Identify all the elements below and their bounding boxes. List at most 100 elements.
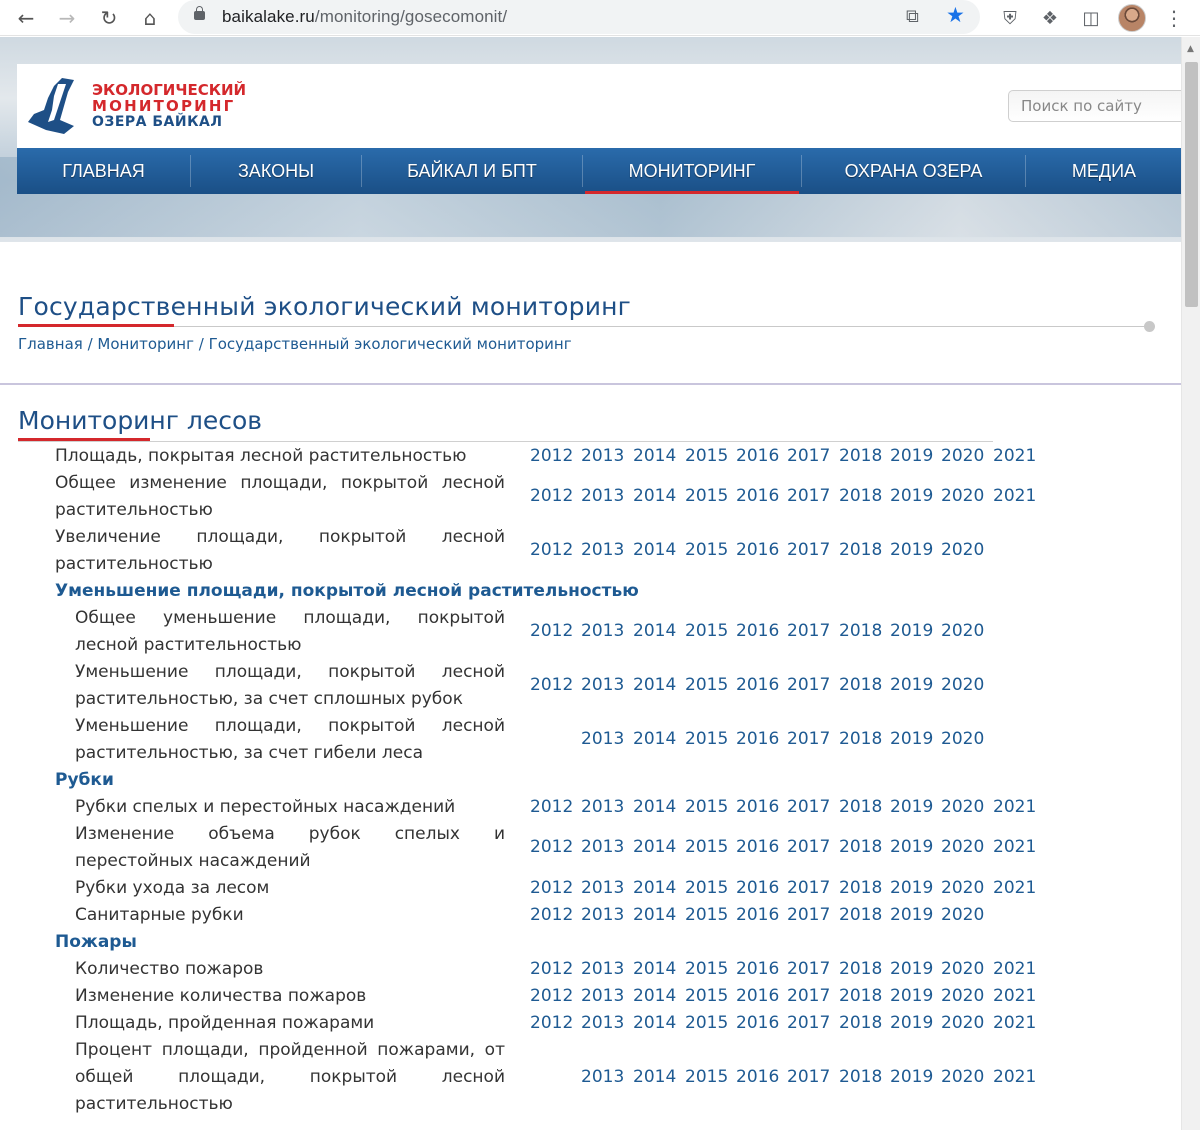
year-link-2012[interactable]: 2012 [530,905,573,925]
year-link-2017[interactable]: 2017 [787,446,830,466]
year-link-2021[interactable]: 2021 [993,446,1036,466]
year-link-2018[interactable]: 2018 [839,729,882,749]
year-link-2019[interactable]: 2019 [890,446,933,466]
year-link-2015[interactable]: 2015 [685,905,728,925]
year-link-2017[interactable]: 2017 [787,905,830,925]
nav-item-laws[interactable]: ЗАКОНЫ [191,148,361,194]
year-link-2021[interactable]: 2021 [993,959,1036,979]
year-link-2018[interactable]: 2018 [839,1013,882,1033]
year-link-2015[interactable]: 2015 [685,729,728,749]
back-icon[interactable]: ← [12,4,40,32]
year-link-2013[interactable]: 2013 [581,837,624,857]
year-link-2015[interactable]: 2015 [685,837,728,857]
year-link-2013[interactable]: 2013 [581,878,624,898]
year-link-2013[interactable]: 2013 [581,446,624,466]
site-logo-text[interactable]: ЭКОЛОГИЧЕСКИЙ МОНИТОРИНГ ОЗЕРА БАЙКАЛ [92,82,246,130]
year-link-2016[interactable]: 2016 [736,905,779,925]
year-link-2013[interactable]: 2013 [581,986,624,1006]
year-link-2020[interactable]: 2020 [941,621,984,641]
year-link-2020[interactable]: 2020 [941,675,984,695]
year-link-2019[interactable]: 2019 [890,837,933,857]
year-link-2020[interactable]: 2020 [941,729,984,749]
year-link-2014[interactable]: 2014 [633,729,676,749]
year-link-2016[interactable]: 2016 [736,1013,779,1033]
year-link-2017[interactable]: 2017 [787,729,830,749]
year-link-2016[interactable]: 2016 [736,837,779,857]
year-link-2018[interactable]: 2018 [839,837,882,857]
year-link-2020[interactable]: 2020 [941,540,984,560]
year-link-2018[interactable]: 2018 [839,878,882,898]
year-link-2013[interactable]: 2013 [581,1067,624,1087]
year-link-2019[interactable]: 2019 [890,986,933,1006]
year-link-2014[interactable]: 2014 [633,986,676,1006]
year-link-2018[interactable]: 2018 [839,675,882,695]
year-link-2016[interactable]: 2016 [736,986,779,1006]
year-link-2016[interactable]: 2016 [736,540,779,560]
scrollbar-thumb[interactable] [1185,62,1198,307]
share-icon[interactable]: ⧉ [906,6,919,27]
reload-icon[interactable]: ↻ [95,4,123,32]
year-link-2013[interactable]: 2013 [581,959,624,979]
year-link-2019[interactable]: 2019 [890,959,933,979]
year-link-2019[interactable]: 2019 [890,1013,933,1033]
year-link-2019[interactable]: 2019 [890,621,933,641]
year-link-2018[interactable]: 2018 [839,959,882,979]
forward-icon[interactable]: → [53,4,81,32]
year-link-2017[interactable]: 2017 [787,1013,830,1033]
year-link-2017[interactable]: 2017 [787,540,830,560]
year-link-2015[interactable]: 2015 [685,621,728,641]
year-link-2014[interactable]: 2014 [633,540,676,560]
year-link-2013[interactable]: 2013 [581,675,624,695]
year-link-2020[interactable]: 2020 [941,986,984,1006]
year-link-2014[interactable]: 2014 [633,1013,676,1033]
baikal-logo-icon[interactable] [24,76,82,136]
year-link-2014[interactable]: 2014 [633,905,676,925]
year-link-2017[interactable]: 2017 [787,986,830,1006]
year-link-2015[interactable]: 2015 [685,797,728,817]
year-link-2015[interactable]: 2015 [685,675,728,695]
bookmark-star-icon[interactable]: ★ [946,3,965,27]
year-link-2013[interactable]: 2013 [581,621,624,641]
year-link-2020[interactable]: 2020 [941,797,984,817]
year-link-2012[interactable]: 2012 [530,1013,573,1033]
year-link-2018[interactable]: 2018 [839,621,882,641]
nav-item-protection[interactable]: ОХРАНА ОЗЕРА [802,148,1025,194]
year-link-2014[interactable]: 2014 [633,1067,676,1087]
year-link-2012[interactable]: 2012 [530,675,573,695]
year-link-2020[interactable]: 2020 [941,959,984,979]
year-link-2016[interactable]: 2016 [736,959,779,979]
year-link-2020[interactable]: 2020 [941,878,984,898]
year-link-2014[interactable]: 2014 [633,486,676,506]
address-bar[interactable]: baikalake.ru/monitoring/gosecomonit/ ⧉ ★ [178,0,980,34]
year-link-2016[interactable]: 2016 [736,675,779,695]
year-link-2012[interactable]: 2012 [530,797,573,817]
year-link-2017[interactable]: 2017 [787,675,830,695]
year-link-2015[interactable]: 2015 [685,878,728,898]
shield-extension-icon[interactable]: ⛨ [996,4,1024,32]
page-scrollbar[interactable]: ▲ [1181,37,1200,1130]
year-link-2012[interactable]: 2012 [530,837,573,857]
year-link-2014[interactable]: 2014 [633,959,676,979]
year-link-2019[interactable]: 2019 [890,905,933,925]
year-link-2020[interactable]: 2020 [941,905,984,925]
year-link-2016[interactable]: 2016 [736,486,779,506]
year-link-2021[interactable]: 2021 [993,878,1036,898]
year-link-2016[interactable]: 2016 [736,1067,779,1087]
site-search-input[interactable]: Поиск по сайту [1008,90,1183,122]
year-link-2013[interactable]: 2013 [581,729,624,749]
year-link-2020[interactable]: 2020 [941,446,984,466]
lock-icon[interactable] [194,6,205,20]
year-link-2017[interactable]: 2017 [787,1067,830,1087]
year-link-2015[interactable]: 2015 [685,986,728,1006]
profile-avatar[interactable] [1118,4,1146,32]
year-link-2021[interactable]: 2021 [993,837,1036,857]
year-link-2014[interactable]: 2014 [633,797,676,817]
year-link-2018[interactable]: 2018 [839,540,882,560]
year-link-2018[interactable]: 2018 [839,797,882,817]
year-link-2014[interactable]: 2014 [633,621,676,641]
year-link-2013[interactable]: 2013 [581,486,624,506]
year-link-2020[interactable]: 2020 [941,1013,984,1033]
breadcrumb-monitoring[interactable]: Мониторинг [97,335,194,353]
year-link-2013[interactable]: 2013 [581,905,624,925]
nav-item-monitoring[interactable]: МОНИТОРИНГ [583,148,801,194]
